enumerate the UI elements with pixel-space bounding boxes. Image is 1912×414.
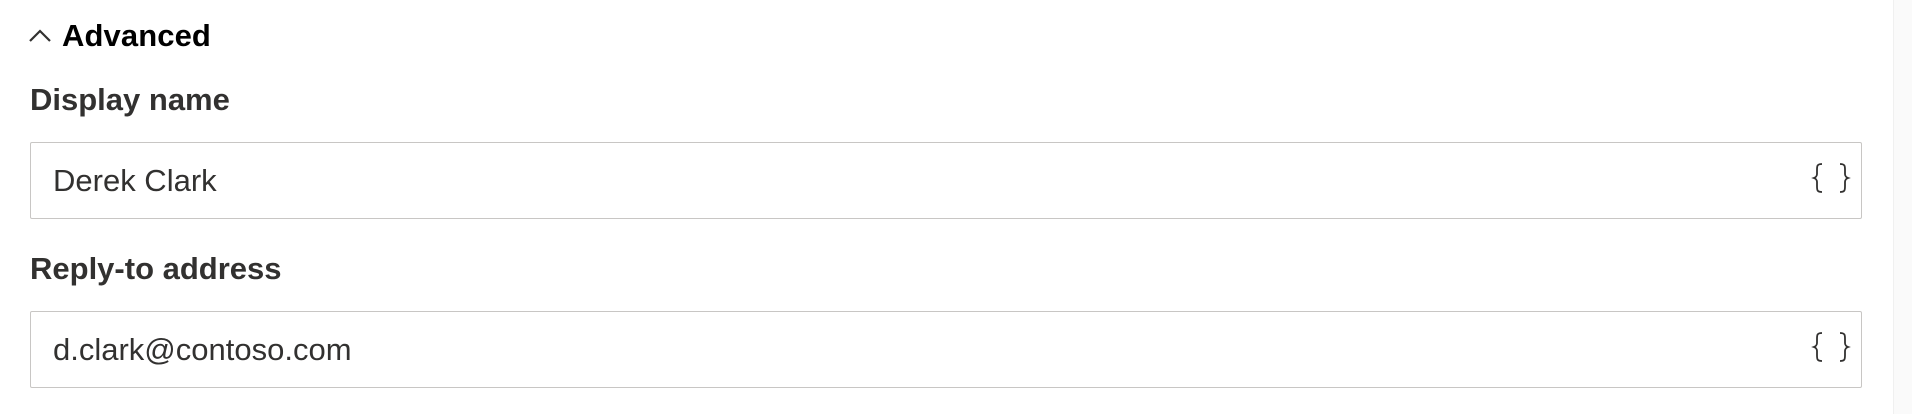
braces-icon [1811, 330, 1851, 369]
section-title: Advanced [62, 18, 211, 53]
display-name-input[interactable] [31, 143, 1801, 218]
display-name-dynamic-content-button[interactable] [1801, 143, 1861, 218]
panel-scroll-edge [1893, 0, 1912, 414]
display-name-label: Display name [30, 82, 230, 117]
chevron-up-icon [28, 24, 52, 48]
reply-to-address-field-container [30, 311, 1862, 388]
reply-to-address-label: Reply-to address [30, 251, 282, 286]
braces-icon [1811, 161, 1851, 200]
advanced-section-toggle[interactable]: Advanced [28, 18, 211, 54]
reply-to-address-input[interactable] [31, 312, 1801, 387]
advanced-settings-panel: Advanced Display name Reply-to address [0, 0, 1894, 414]
display-name-field-container [30, 142, 1862, 219]
reply-to-dynamic-content-button[interactable] [1801, 312, 1861, 387]
